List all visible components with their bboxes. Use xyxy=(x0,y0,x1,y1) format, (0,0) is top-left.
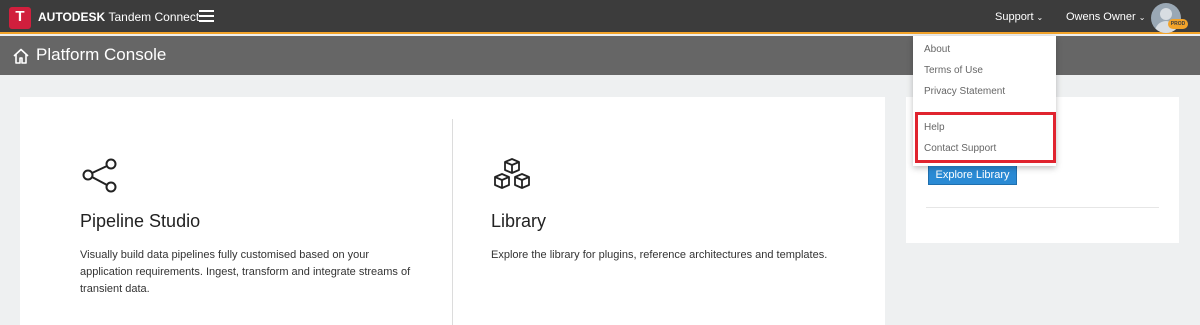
tandem-logo-icon[interactable]: T xyxy=(9,7,31,29)
panel-divider xyxy=(926,207,1159,208)
home-icon[interactable] xyxy=(12,47,30,65)
cubes-icon xyxy=(494,158,530,189)
chevron-down-icon: ⌄ xyxy=(1138,13,1146,22)
logo-letter: T xyxy=(15,8,25,25)
share-nodes-icon xyxy=(82,158,117,193)
tile-title[interactable]: Pipeline Studio xyxy=(80,211,200,232)
environment-badge: PROD xyxy=(1168,19,1188,29)
tile-divider xyxy=(452,119,453,325)
user-name: Owens Owner xyxy=(1066,11,1136,23)
page-title: Platform Console xyxy=(36,45,167,64)
menu-item-privacy-statement[interactable]: Privacy Statement xyxy=(924,86,1005,97)
tile-description: Explore the library for plugins, referen… xyxy=(491,249,828,261)
brand-company: AUTODESK xyxy=(38,10,106,24)
top-navigation-bar: T AUTODESK Tandem Connect Support ⌄ Owens… xyxy=(0,0,1200,34)
chevron-down-icon: ⌄ xyxy=(1036,13,1044,22)
menu-item-about[interactable]: About xyxy=(924,44,950,55)
user-menu-button[interactable]: Owens Owner ⌄ xyxy=(1066,11,1145,23)
support-label: Support xyxy=(995,11,1034,23)
apps-card: Pipeline Studio Visually build data pipe… xyxy=(20,97,885,325)
tile-title[interactable]: Library xyxy=(491,211,546,232)
explore-library-button[interactable]: Explore Library xyxy=(928,164,1017,185)
brand-name[interactable]: AUTODESK Tandem Connect xyxy=(38,10,199,24)
highlight-box xyxy=(915,112,1056,163)
tile-description: Visually build data pipelines fully cust… xyxy=(80,249,411,295)
hamburger-menu-icon[interactable] xyxy=(199,10,214,23)
support-menu-button[interactable]: Support ⌄ xyxy=(995,11,1043,23)
brand-product: Tandem Connect xyxy=(108,10,200,24)
menu-item-terms-of-use[interactable]: Terms of Use xyxy=(924,65,983,76)
